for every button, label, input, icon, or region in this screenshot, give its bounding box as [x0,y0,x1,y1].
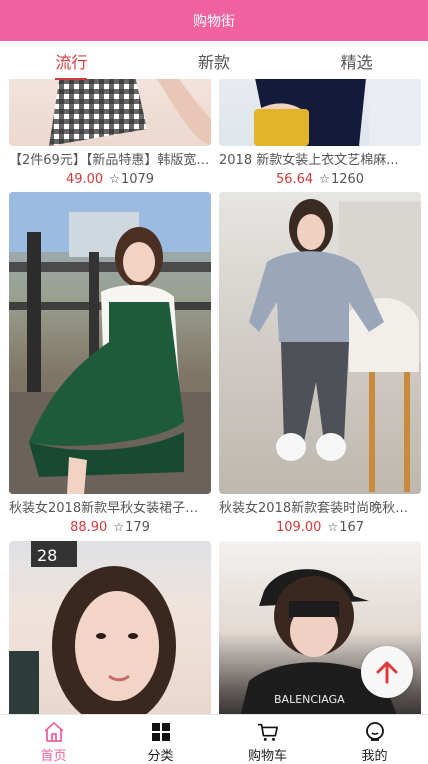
tabbar-label: 购物车 [247,749,287,764]
svg-text:28: 28 [37,546,57,565]
category-grid-icon [150,721,172,743]
goods-image[interactable] [219,79,421,146]
tab-label: 新款 [198,53,231,72]
tab-new[interactable]: 新款 [143,41,286,79]
goods-fav-count: 167 [339,519,365,535]
tab-popular[interactable]: 流行 [0,41,143,80]
tabbar-item-profile[interactable]: 我的 [321,715,428,764]
goods-price: 56.64 [275,171,314,187]
tabbar-item-category[interactable]: 分类 [107,715,214,764]
goods-meta: 56.64 ☆ 1260 [219,170,421,188]
star-icon: ☆ [109,172,120,186]
goods-meta: 109.00 ☆ 167 [219,518,421,536]
back-to-top-button[interactable] [361,646,413,698]
goods-item[interactable]: 2018 新款女装上衣文艺棉麻... 56.64 ☆ 1260 [219,79,421,188]
goods-list[interactable]: 【2件69元】【新品特惠】韩版宽松... 49.00 ☆ 1079 2018 新… [0,79,428,714]
tabbar-label: 我的 [361,749,388,764]
goods-item[interactable]: 秋装女2018新款套装时尚晚秋休闲 109.00 ☆ 167 [219,192,421,536]
home-icon [43,721,65,743]
goods-title: 2018 新款女装上衣文艺棉麻... [219,153,399,168]
star-icon: ☆ [319,172,330,186]
goods-title: 秋装女2018新款早秋女装裙子两件套 [9,501,211,516]
goods-price: 88.90 [70,519,108,535]
goods-price: 49.00 [65,171,104,187]
goods-image[interactable] [219,192,421,494]
goods-image[interactable]: 28 [9,541,211,714]
star-icon: ☆ [327,520,339,534]
goods-title: 【2件69元】【新品特惠】韩版宽松... [9,153,211,168]
goods-price: 109.00 [275,519,322,535]
nav-bar: 购物街 [0,0,428,41]
page-title: 购物街 [193,13,235,30]
tab-label: 流行 [55,49,88,80]
cart-icon [257,721,279,743]
profile-icon [364,721,386,743]
goods-fav-count: 1079 [120,171,155,187]
goods-item[interactable]: 28 [9,541,211,714]
goods-image[interactable] [9,192,211,494]
goods-image[interactable] [9,79,211,146]
goods-item[interactable]: 秋装女2018新款早秋女装裙子两件套 88.90 ☆ 179 [9,192,211,536]
goods-title: 秋装女2018新款套装时尚晚秋休闲 [219,501,421,516]
tabbar-item-home[interactable]: 首页 [0,715,107,764]
svg-text:BALENCIAGA: BALENCIAGA [274,693,345,706]
arrow-up-icon [376,661,398,684]
tabbar-label: 首页 [40,749,67,764]
star-icon: ☆ [113,520,125,534]
goods-meta: 49.00 ☆ 1079 [9,170,211,188]
goods-meta: 88.90 ☆ 179 [9,518,211,536]
goods-fav-count: 179 [125,519,150,535]
tabbar-item-cart[interactable]: 购物车 [214,715,321,764]
tab-control: 流行 新款 精选 [0,41,428,80]
tab-label: 精选 [340,53,373,72]
goods-item[interactable]: 【2件69元】【新品特惠】韩版宽松... 49.00 ☆ 1079 [9,79,211,188]
tabbar-label: 分类 [147,749,174,764]
bottom-tab-bar: 首页 分类 购物车 我的 [0,714,428,764]
tab-selected[interactable]: 精选 [285,41,428,79]
goods-fav-count: 1260 [330,171,365,187]
